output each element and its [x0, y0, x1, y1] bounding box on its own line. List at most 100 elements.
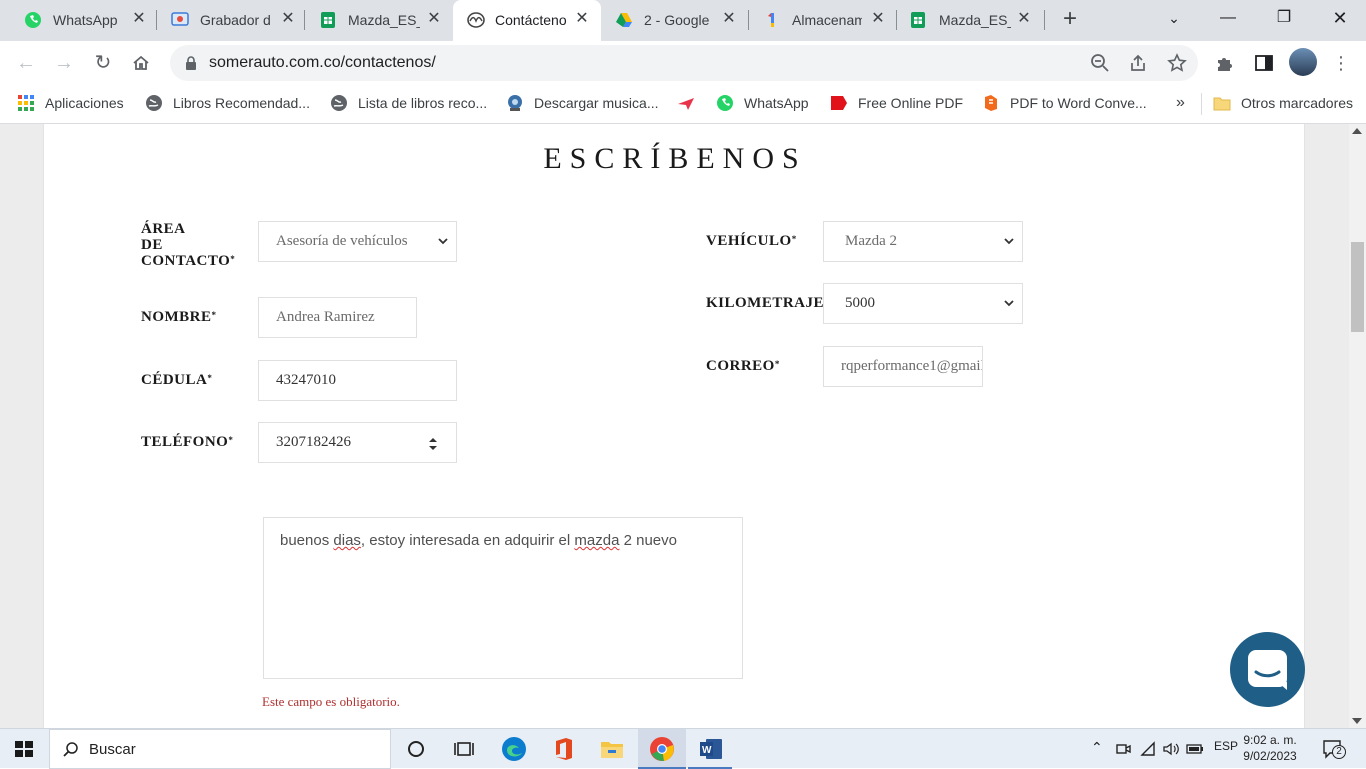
extensions-icon[interactable] — [1215, 53, 1235, 73]
lock-icon[interactable] — [184, 55, 198, 71]
notifications-button[interactable]: 2 — [1322, 739, 1346, 759]
area-contacto-label: ÁREA DE CONTACTO* — [141, 221, 235, 269]
tab-label: Mazda_ES_ — [348, 12, 420, 28]
cedula-input[interactable]: 43247010 — [258, 360, 457, 401]
bookmarks-overflow-button[interactable]: » — [1176, 93, 1185, 113]
bookmark-libros-recomendados[interactable]: Libros Recomendad... — [145, 93, 310, 113]
profile-avatar[interactable] — [1289, 48, 1317, 76]
area-contacto-select[interactable]: Asesoría de vehículos — [258, 221, 457, 262]
show-hidden-icons-button[interactable]: ⌃ — [1091, 739, 1103, 756]
tab-search-button[interactable]: ⌄ — [1146, 0, 1202, 41]
address-bar[interactable]: somerauto.com.co/contactenos/ — [170, 45, 1198, 81]
globe-icon — [146, 95, 162, 111]
tab-contactenos[interactable]: Contácteno ✕ — [453, 0, 601, 41]
word-icon[interactable]: W — [697, 735, 725, 763]
kilometraje-select[interactable]: 5000 — [823, 283, 1023, 324]
chrome-icon[interactable] — [648, 735, 676, 763]
taskbar-search-box[interactable]: Buscar — [49, 729, 391, 769]
close-tab-icon[interactable]: ✕ — [573, 10, 591, 28]
edge-icon[interactable] — [500, 735, 528, 763]
bookmark-pdf-to-word[interactable]: PDF to Word Conve... — [982, 93, 1147, 113]
tab-whatsapp[interactable]: WhatsApp ✕ — [0, 0, 157, 41]
other-bookmarks-folder[interactable]: Otros marcadores — [1213, 93, 1353, 113]
office-icon[interactable] — [550, 735, 578, 763]
google-drive-icon — [616, 13, 632, 27]
bookmark-free-online-pdf[interactable]: Free Online PDF — [830, 93, 963, 113]
required-mark: * — [228, 435, 234, 445]
windows-start-icon[interactable] — [0, 729, 48, 769]
telefono-value: 3207182426 — [276, 434, 351, 450]
area-contacto-value: Asesoría de vehículos — [276, 233, 408, 249]
bookmark-paper-plane[interactable] — [677, 93, 705, 113]
tab-label: 2 - Google — [644, 12, 710, 28]
forward-button[interactable]: → — [50, 49, 78, 77]
tab-mazda-sheet-1[interactable]: Mazda_ES_ ✕ — [305, 0, 453, 41]
message-textarea[interactable]: buenos dias, estoy interesada en adquiri… — [263, 517, 743, 679]
tab-almacenamiento[interactable]: Almacenam ✕ — [749, 0, 897, 41]
close-window-button[interactable]: ✕ — [1312, 0, 1366, 41]
bookmark-star-icon[interactable] — [1167, 53, 1187, 73]
nombre-label-text: NOMBRE — [141, 309, 212, 325]
area-label-line: CONTACTO — [141, 253, 231, 269]
meet-now-icon[interactable] — [1115, 741, 1131, 757]
page-scrollbar[interactable] — [1349, 124, 1366, 728]
nombre-input[interactable]: Andrea Ramirez — [258, 297, 417, 338]
side-panel-icon[interactable] — [1254, 53, 1274, 73]
reload-button[interactable]: ↻ — [89, 49, 117, 77]
system-clock[interactable]: 9:02 a. m. 9/02/2023 — [1236, 732, 1304, 764]
zoom-out-icon[interactable] — [1090, 53, 1110, 73]
back-button[interactable]: ← — [12, 49, 40, 77]
number-spinner-icon[interactable] — [428, 436, 438, 452]
language-indicator[interactable]: ESP — [1214, 739, 1238, 753]
vehiculo-select[interactable]: Mazda 2 — [823, 221, 1023, 262]
network-icon[interactable] — [1140, 741, 1156, 757]
minimize-button[interactable]: — — [1200, 0, 1256, 41]
bookmark-label: Libros Recomendad... — [173, 95, 310, 111]
scroll-down-arrow[interactable] — [1352, 718, 1362, 724]
taskbar-search-placeholder: Buscar — [89, 741, 136, 758]
battery-icon[interactable] — [1186, 741, 1204, 757]
volume-icon[interactable] — [1162, 741, 1180, 757]
message-text: , estoy interesada en adquirir el — [360, 532, 575, 549]
telefono-input[interactable]: 3207182426 — [258, 422, 457, 463]
bookmark-lista-libros[interactable]: Lista de libros reco... — [330, 93, 487, 113]
required-mark: * — [791, 234, 797, 244]
close-tab-icon[interactable]: ✕ — [425, 10, 443, 28]
chevron-down-icon — [1004, 300, 1014, 307]
tab-grabador[interactable]: Grabador d ✕ — [157, 0, 305, 41]
close-tab-icon[interactable]: ✕ — [130, 10, 148, 28]
required-mark: * — [774, 359, 780, 369]
google-sheets-icon — [911, 12, 925, 28]
scroll-up-arrow[interactable] — [1352, 128, 1362, 134]
cedula-label-text: CÉDULA — [141, 372, 208, 388]
restore-button[interactable]: ❐ — [1256, 0, 1312, 41]
close-tab-icon[interactable]: ✕ — [869, 10, 887, 28]
share-icon[interactable] — [1128, 53, 1148, 73]
close-tab-icon[interactable]: ✕ — [1015, 10, 1033, 28]
required-mark: * — [211, 310, 217, 320]
new-tab-button[interactable]: + — [1058, 7, 1082, 32]
bookmark-whatsapp[interactable]: WhatsApp — [716, 93, 809, 113]
bookmark-aplicaciones[interactable]: Aplicaciones — [17, 93, 124, 113]
whatsapp-icon — [25, 12, 41, 28]
chat-launcher-button[interactable] — [1230, 632, 1305, 707]
scroll-thumb[interactable] — [1351, 242, 1364, 332]
close-tab-icon[interactable]: ✕ — [279, 10, 297, 28]
area-label-line: DE — [141, 237, 163, 253]
url-text[interactable]: somerauto.com.co/contactenos/ — [209, 54, 436, 72]
tab-mazda-sheet-2[interactable]: Mazda_ES_ ✕ — [897, 0, 1045, 41]
close-tab-icon[interactable]: ✕ — [720, 10, 738, 28]
more-menu-button[interactable]: ⋮ — [1327, 49, 1355, 77]
cortana-icon[interactable] — [402, 735, 430, 763]
tab-google-drive[interactable]: 2 - Google ✕ — [601, 0, 749, 41]
globe-icon — [331, 95, 347, 111]
home-icon[interactable] — [131, 53, 151, 73]
bookmark-descargar-musica[interactable]: Descargar musica... — [506, 93, 658, 113]
svg-text:W: W — [702, 745, 712, 756]
area-label-line: ÁREA — [141, 221, 186, 237]
file-explorer-icon[interactable] — [598, 735, 626, 763]
paper-plane-icon — [678, 98, 694, 110]
task-view-icon[interactable] — [450, 735, 478, 763]
message-text-misspelled: mazda — [574, 532, 620, 549]
correo-input[interactable]: rqperformance1@gmail.com — [823, 346, 983, 387]
